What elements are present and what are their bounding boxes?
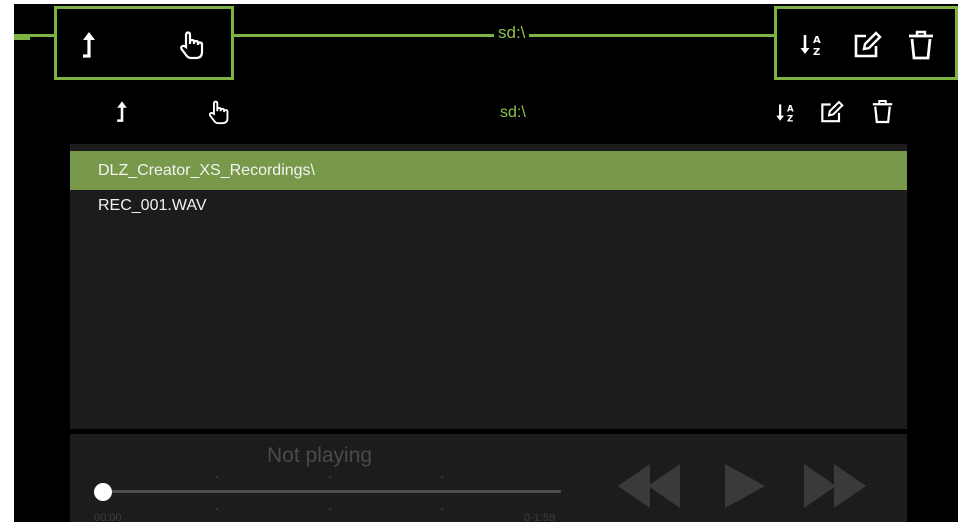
progress-tick [441, 476, 443, 478]
callout-right-box: AZ [774, 6, 958, 80]
time-end: 0-1:59 [524, 512, 556, 522]
time-start: 00:00 [94, 512, 122, 522]
sort-az-icon[interactable]: AZ [775, 101, 799, 130]
trash-icon[interactable] [872, 99, 893, 129]
trash-icon[interactable] [908, 30, 934, 65]
progress-tick [216, 476, 218, 478]
playback-progress-track[interactable] [103, 490, 561, 493]
current-path-label: sd:\ [500, 104, 526, 121]
file-list: DLZ_Creator_XS_Recordings\ REC_001.WAV [70, 144, 907, 429]
playback-position-knob[interactable] [94, 483, 112, 501]
hand-pointer-icon[interactable] [179, 31, 205, 66]
fast-forward-icon[interactable] [804, 464, 868, 513]
edit-icon[interactable] [819, 100, 844, 129]
progress-tick [329, 476, 331, 478]
file-list-item[interactable]: REC_001.WAV [70, 186, 907, 225]
callout-left-box [54, 6, 234, 80]
player-panel: Not playing 00:00 0-1:59 [70, 434, 907, 522]
up-folder-icon[interactable] [114, 98, 130, 129]
callout-path-label: sd:\ [494, 23, 530, 43]
edit-icon[interactable] [852, 31, 882, 64]
file-browser-screen: sd:\ AZ sd:\ AZ DLZ_Creator_XS_Recording… [14, 4, 958, 522]
play-icon[interactable] [725, 464, 765, 513]
up-folder-icon[interactable] [79, 29, 99, 64]
progress-tick [329, 508, 331, 510]
progress-tick [441, 508, 443, 510]
svg-text:A: A [787, 104, 794, 114]
playback-status: Not playing [267, 444, 373, 467]
sort-az-icon[interactable]: AZ [799, 31, 827, 64]
progress-tick [216, 508, 218, 510]
callout-connector-stub [14, 37, 30, 40]
file-list-item[interactable]: DLZ_Creator_XS_Recordings\ [70, 151, 907, 190]
hand-pointer-icon[interactable] [208, 100, 230, 131]
svg-text:A: A [813, 35, 821, 46]
svg-text:Z: Z [787, 115, 793, 125]
svg-text:Z: Z [813, 47, 820, 58]
rewind-icon[interactable] [618, 464, 682, 513]
